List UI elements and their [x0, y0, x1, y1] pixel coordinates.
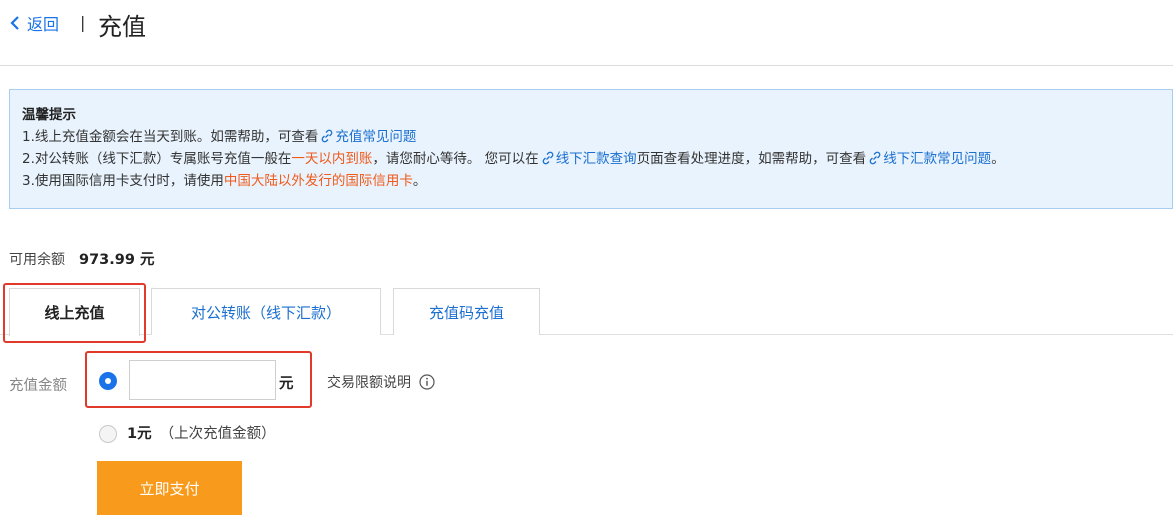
notice-title: 温馨提示	[22, 107, 76, 123]
offline-remit-query-link[interactable]: 线下汇款查询	[539, 151, 637, 167]
offline-remit-faq-label: 线下汇款常见问题	[883, 151, 992, 167]
link-icon	[542, 151, 553, 165]
arrival-time-highlight: 一天以内到账	[291, 151, 373, 167]
pay-now-button[interactable]: 立即支付	[97, 461, 242, 515]
tab-bank-transfer[interactable]: 对公转账（线下汇款）	[151, 288, 381, 335]
notice-line-2-text-c: 页面查看处理进度，如需帮助，可查看	[636, 151, 867, 167]
last-amount-radio[interactable]	[99, 425, 117, 443]
notice-line-2-text-b: ，请您耐心等待。 您可以在	[372, 151, 539, 167]
notice-line-1: 1.线上充值金额会在当天到账。如需帮助，可查看 充值常见问题	[22, 126, 1172, 148]
available-balance: 可用余额 973.99 元	[9, 248, 155, 269]
last-amount-option[interactable]: 1元 （上次充值金额）	[127, 422, 276, 443]
balance-label: 可用余额	[9, 252, 65, 268]
recharge-faq-link-label: 充值常见问题	[335, 129, 417, 145]
link-icon	[322, 129, 333, 143]
page-header: 返回 | 充值	[0, 0, 1173, 66]
transaction-limit-info: 交易限额说明	[327, 372, 435, 392]
notice-line-2-text-d: 。	[991, 151, 1005, 167]
balance-amount: 973.99 元	[79, 252, 155, 268]
last-amount-value: 1元	[127, 426, 152, 442]
recharge-faq-link[interactable]: 充值常见问题	[318, 129, 416, 145]
tips-notice: 温馨提示 1.线上充值金额会在当天到账。如需帮助，可查看 充值常见问题 2.对公转…	[9, 89, 1173, 209]
last-amount-note: （上次充值金额）	[159, 426, 276, 442]
notice-line-2: 2.对公转账（线下汇款）专属账号充值一般在一天以内到账，请您耐心等待。 您可以在…	[22, 148, 1172, 170]
tab-online-recharge[interactable]: 线上充值	[9, 288, 140, 336]
notice-line-3-text-a: 3.使用国际信用卡支付时，请使用	[22, 173, 224, 189]
back-link[interactable]: 返回	[9, 11, 59, 35]
notice-line-3: 3.使用国际信用卡支付时，请使用中国大陆以外发行的国际信用卡。	[22, 170, 1172, 192]
recharge-amount-input[interactable]	[129, 360, 276, 400]
tab-recharge-code[interactable]: 充值码充值	[393, 288, 540, 335]
transaction-limit-label: 交易限额说明	[327, 375, 411, 391]
link-icon	[869, 151, 881, 165]
offline-remit-faq-link[interactable]: 线下汇款常见问题	[866, 151, 991, 167]
page-title: 充值	[98, 13, 146, 41]
notice-line-1-text: 1.线上充值金额会在当天到账。如需帮助，可查看	[22, 129, 319, 145]
notice-line-3-text-b: 。	[412, 173, 427, 189]
custom-amount-radio[interactable]	[99, 372, 117, 390]
header-separator: |	[80, 13, 86, 32]
offline-remit-query-label: 线下汇款查询	[555, 151, 637, 167]
amount-unit: 元	[279, 376, 294, 392]
chevron-left-icon	[9, 12, 27, 34]
notice-line-2-text-a: 2.对公转账（线下汇款）专属账号充值一般在	[22, 151, 292, 167]
info-icon[interactable]	[419, 374, 435, 390]
back-label: 返回	[27, 15, 60, 34]
intl-card-highlight: 中国大陆以外发行的国际信用卡	[223, 173, 413, 189]
recharge-amount-label: 充值金额	[9, 378, 67, 394]
